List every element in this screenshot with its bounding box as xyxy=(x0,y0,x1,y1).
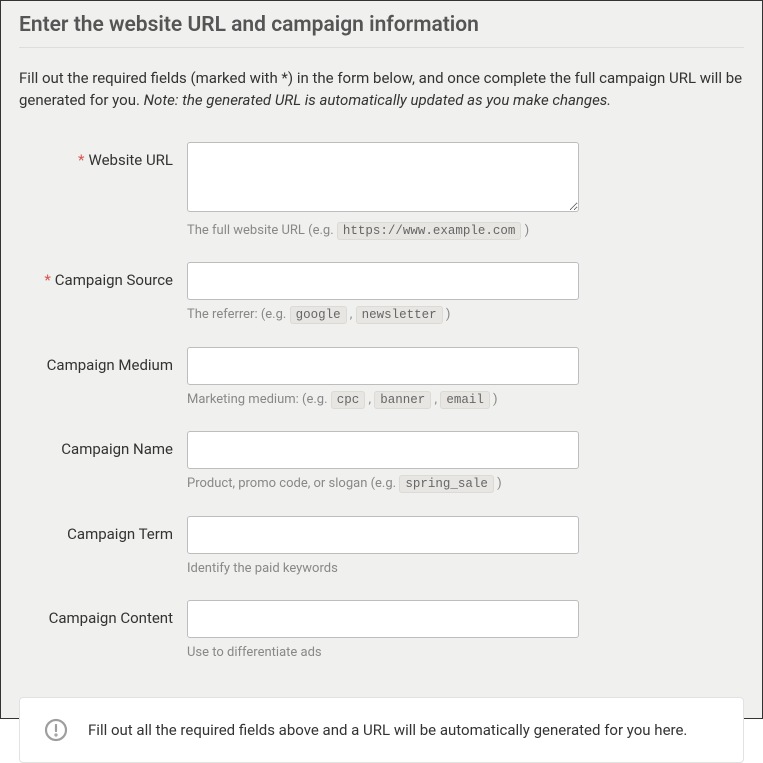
label-campaign-source: * Campaign Source xyxy=(19,262,187,289)
hint-prefix: The referrer: (e.g. xyxy=(187,307,290,322)
campaign-medium-input[interactable] xyxy=(187,347,579,385)
row-campaign-term: Campaign Term Identify the paid keywords xyxy=(19,516,744,578)
hint-code: banner xyxy=(374,391,431,409)
intro-text: Fill out the required fields (marked wit… xyxy=(19,68,744,112)
row-campaign-medium: Campaign Medium Marketing medium: (e.g. … xyxy=(19,347,744,410)
row-campaign-source: * Campaign Source The referrer: (e.g. goo… xyxy=(19,262,744,325)
alert-circle-icon xyxy=(44,718,68,742)
required-mark: * xyxy=(44,271,50,289)
result-box: Fill out all the required fields above a… xyxy=(19,697,744,763)
label-campaign-name: Campaign Name xyxy=(19,431,187,458)
hint-code: newsletter xyxy=(356,306,443,324)
campaign-content-input[interactable] xyxy=(187,600,579,638)
label-text: Campaign Name xyxy=(61,440,173,458)
hint-prefix: Product, promo code, or slogan (e.g. xyxy=(187,476,399,491)
label-campaign-medium: Campaign Medium xyxy=(19,347,187,374)
hint-suffix: ) xyxy=(443,307,451,322)
result-message: Fill out all the required fields above a… xyxy=(88,721,687,739)
row-campaign-content: Campaign Content Use to differentiate ad… xyxy=(19,600,744,662)
campaign-source-input[interactable] xyxy=(187,262,579,300)
intro-note: Note: the generated URL is automatically… xyxy=(144,91,611,109)
hint-website-url: The full website URL (e.g. https://www.e… xyxy=(187,222,579,241)
hint-code: google xyxy=(290,306,347,324)
label-text: Campaign Medium xyxy=(47,356,173,374)
hint-suffix: ) xyxy=(490,392,498,407)
hint-campaign-content: Use to differentiate ads xyxy=(187,644,579,662)
campaign-term-input[interactable] xyxy=(187,516,579,554)
hint-campaign-term: Identify the paid keywords xyxy=(187,560,579,578)
input-col-campaign-source: The referrer: (e.g. google , newsletter … xyxy=(187,262,579,325)
hint-code: email xyxy=(440,391,490,409)
hint-code: spring_sale xyxy=(399,475,494,493)
label-campaign-term: Campaign Term xyxy=(19,516,187,543)
label-text: Campaign Content xyxy=(49,609,173,627)
label-campaign-content: Campaign Content xyxy=(19,600,187,627)
row-website-url: * Website URL The full website URL (e.g. … xyxy=(19,142,744,241)
page-title: Enter the website URL and campaign infor… xyxy=(19,13,744,48)
hint-code: cpc xyxy=(331,391,366,409)
required-mark: * xyxy=(78,151,84,169)
input-col-campaign-medium: Marketing medium: (e.g. cpc , banner , e… xyxy=(187,347,579,410)
hint-prefix: The full website URL (e.g. xyxy=(187,223,337,238)
campaign-name-input[interactable] xyxy=(187,431,579,469)
hint-campaign-medium: Marketing medium: (e.g. cpc , banner , e… xyxy=(187,391,579,410)
hint-sep: , xyxy=(347,307,356,322)
input-col-campaign-term: Identify the paid keywords xyxy=(187,516,579,578)
hint-sep: , xyxy=(431,392,440,407)
hint-sep: , xyxy=(365,392,374,407)
hint-prefix: Marketing medium: (e.g. xyxy=(187,392,331,407)
row-campaign-name: Campaign Name Product, promo code, or sl… xyxy=(19,431,744,494)
label-text: Campaign Source xyxy=(55,271,173,289)
input-col-campaign-content: Use to differentiate ads xyxy=(187,600,579,662)
hint-suffix: ) xyxy=(521,223,529,238)
hint-suffix: ) xyxy=(494,476,502,491)
hint-code: https://www.example.com xyxy=(337,222,522,240)
website-url-input[interactable] xyxy=(187,142,579,212)
hint-campaign-name: Product, promo code, or slogan (e.g. spr… xyxy=(187,475,579,494)
input-col-website-url: The full website URL (e.g. https://www.e… xyxy=(187,142,579,241)
label-text: Campaign Term xyxy=(67,525,173,543)
label-text: Website URL xyxy=(89,151,173,169)
input-col-campaign-name: Product, promo code, or slogan (e.g. spr… xyxy=(187,431,579,494)
hint-campaign-source: The referrer: (e.g. google , newsletter … xyxy=(187,306,579,325)
campaign-url-builder-panel: Enter the website URL and campaign infor… xyxy=(0,0,763,719)
label-website-url: * Website URL xyxy=(19,142,187,169)
